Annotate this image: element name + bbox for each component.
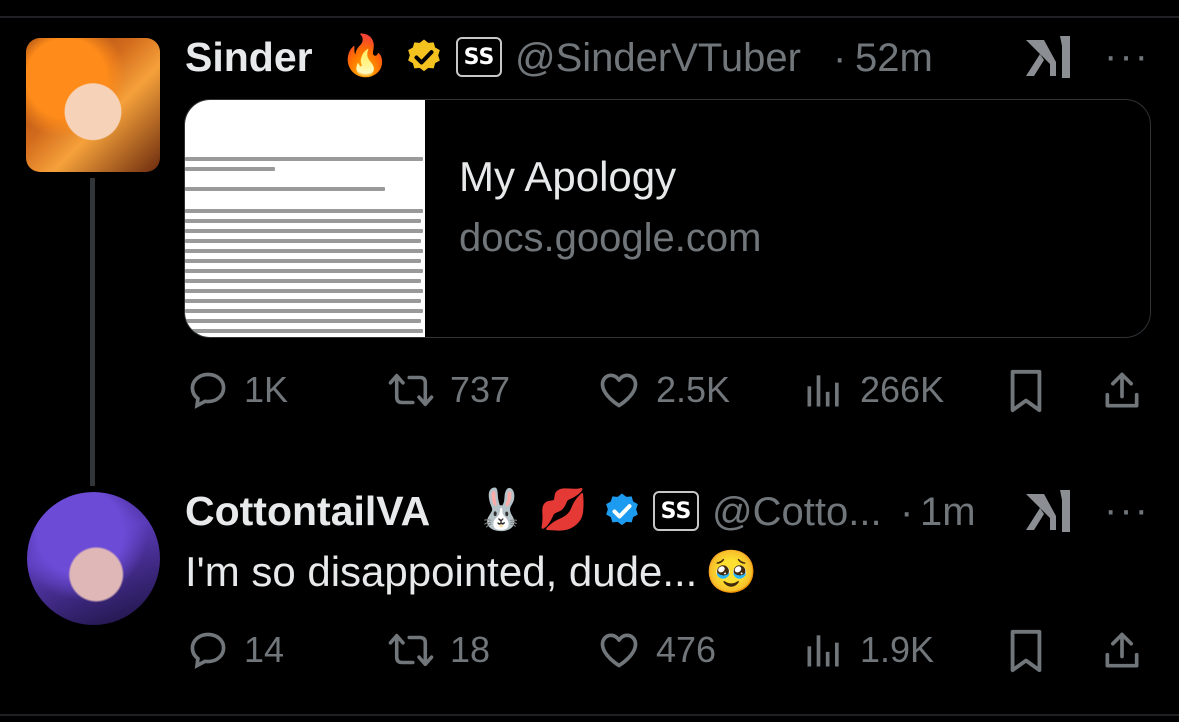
thread-connector-line — [90, 178, 95, 486]
display-name-cottontail[interactable]: CottontailVA — [185, 488, 430, 535]
bookmark-button[interactable] — [1006, 368, 1046, 414]
bookmark-icon — [1010, 369, 1042, 413]
like-button[interactable]: 476 — [596, 628, 716, 672]
reply-count: 1K — [244, 369, 289, 410]
like-icon — [600, 373, 638, 408]
like-button[interactable]: 2.5K — [596, 368, 730, 412]
rabbit-emoji: 🐰 — [476, 488, 526, 532]
reply-button[interactable]: 1K — [186, 368, 288, 412]
kiss-emoji: 💋 — [538, 488, 588, 532]
views-icon — [807, 635, 839, 667]
affiliate-badge[interactable]: SS — [653, 491, 699, 531]
display-name-sinder[interactable]: Sinder — [185, 34, 313, 81]
retweet-count: 737 — [450, 369, 511, 410]
separator-dot: · — [900, 490, 914, 534]
grok-icon[interactable] — [1022, 486, 1076, 536]
retweet-count: 18 — [450, 629, 491, 670]
reply-icon — [190, 372, 226, 409]
reply-button[interactable]: 14 — [186, 628, 284, 672]
avatar-cottontail[interactable] — [27, 492, 160, 625]
like-count: 476 — [656, 629, 717, 670]
document-thumbnail — [185, 100, 425, 337]
like-icon — [600, 633, 638, 668]
retweet-button[interactable]: 737 — [386, 368, 510, 412]
reply-icon — [190, 632, 226, 669]
share-icon — [1105, 632, 1139, 668]
more-icon[interactable]: ··· — [1104, 36, 1150, 76]
blue-verified-badge-icon[interactable] — [602, 491, 642, 531]
share-icon — [1105, 372, 1139, 408]
retweet-icon — [388, 373, 434, 407]
bottom-divider — [0, 714, 1179, 716]
share-button[interactable] — [1100, 368, 1144, 414]
retweet-button[interactable]: 18 — [386, 628, 490, 672]
fire-emoji: 🔥 — [340, 34, 390, 78]
views-icon — [807, 375, 839, 407]
bookmark-icon — [1010, 629, 1042, 673]
handle-sinder[interactable]: @SinderVTuber — [515, 36, 801, 81]
views-button[interactable]: 1.9K — [802, 628, 934, 672]
holding-back-tears-emoji: 🥹 — [705, 548, 758, 595]
bookmark-button[interactable] — [1006, 628, 1046, 674]
views-button[interactable]: 266K — [802, 368, 944, 412]
top-divider — [0, 16, 1179, 18]
grok-icon[interactable] — [1022, 32, 1076, 82]
card-domain: docs.google.com — [459, 216, 762, 260]
views-count: 266K — [860, 369, 945, 410]
retweet-icon — [388, 633, 434, 667]
like-count: 2.5K — [656, 369, 731, 410]
gold-verified-badge-icon[interactable] — [404, 37, 444, 77]
reply-count: 14 — [244, 629, 285, 670]
handle-cottontail[interactable]: @Cotto... — [712, 490, 882, 535]
link-card[interactable]: My Apology docs.google.com — [184, 99, 1151, 338]
tweet-text: I'm so disappointed, dude... 🥹 — [185, 548, 758, 597]
separator-dot: · — [833, 36, 847, 80]
timestamp[interactable]: 1m — [920, 490, 976, 535]
more-icon[interactable]: ··· — [1104, 490, 1150, 530]
tweet-text-body: I'm so disappointed, dude... — [185, 548, 698, 595]
avatar-sinder[interactable] — [26, 38, 160, 172]
share-button[interactable] — [1100, 628, 1144, 674]
card-title[interactable]: My Apology — [459, 156, 761, 198]
views-count: 1.9K — [860, 629, 935, 670]
timestamp[interactable]: 52m — [855, 36, 933, 81]
affiliate-badge[interactable]: SS — [456, 37, 502, 77]
